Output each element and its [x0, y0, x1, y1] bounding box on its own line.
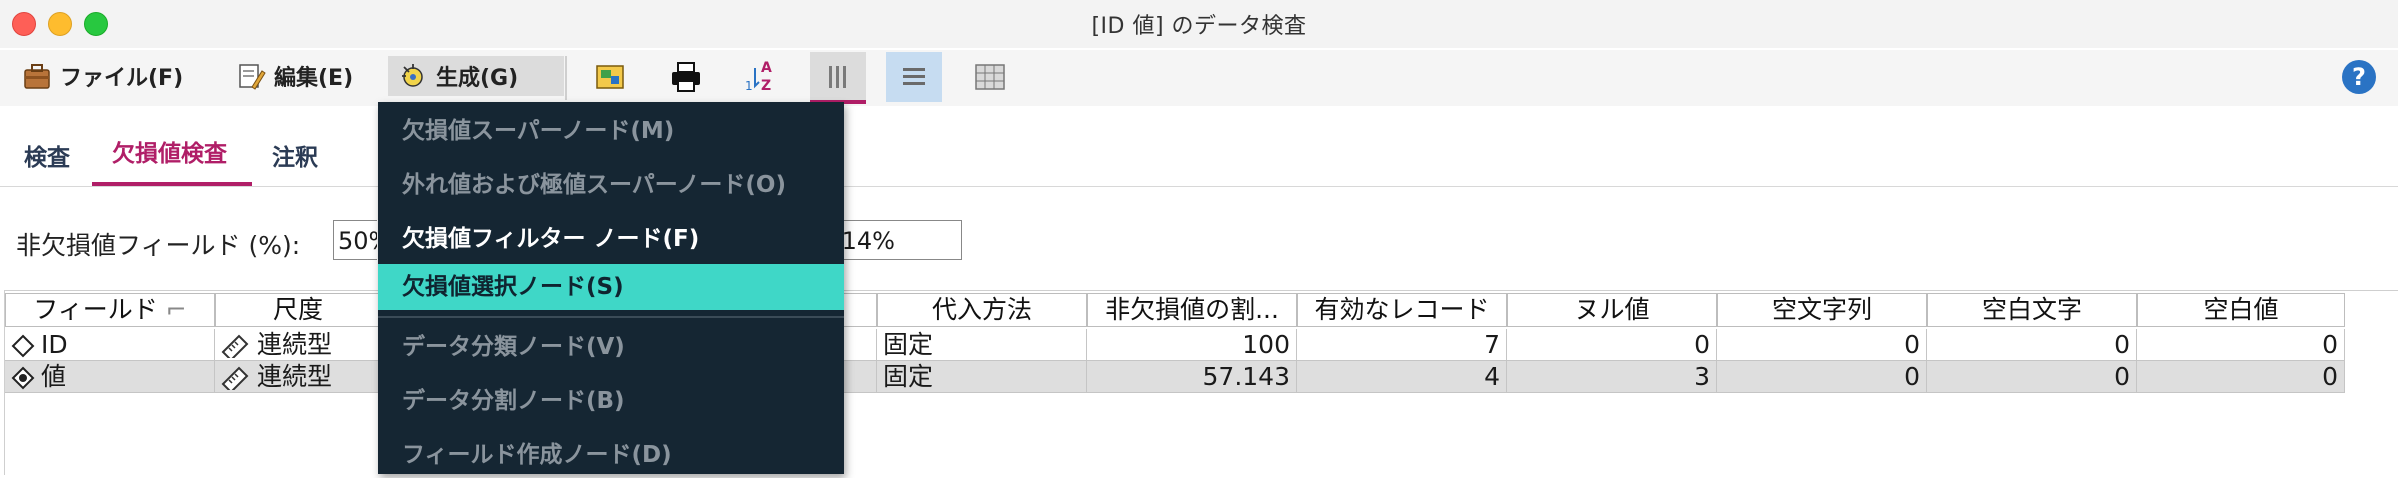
sort-button[interactable]: A Z 1	[734, 52, 790, 102]
field-name: 値	[41, 362, 67, 391]
quality-table: フィールド ⌐ 尺度 代入方法 非欠損値の割... 有効なレコード ヌル値 空文…	[4, 290, 2398, 475]
column-header-whitespace[interactable]: 空白文字	[1927, 293, 2137, 327]
valid-records-cell: 4	[1297, 361, 1507, 393]
tab-annotations[interactable]: 注釈	[272, 138, 318, 172]
svg-text:Z: Z	[761, 78, 771, 94]
generate-dropdown-menu: 欠損値スーパーノード(M) 外れ値および極値スーパーノード(O) 欠損値フィルタ…	[378, 102, 844, 474]
whitespace-cell: 0	[1927, 329, 2137, 361]
measure-value: 連続型	[257, 362, 333, 391]
grid-view-button[interactable]	[962, 52, 1018, 102]
columns-icon	[829, 66, 846, 88]
toolbar-separator	[565, 56, 567, 100]
tab-quality[interactable]: 欠損値検査	[112, 134, 227, 168]
svg-text:A: A	[761, 60, 772, 76]
rows-view-button[interactable]	[886, 52, 942, 102]
column-header-measure[interactable]: 尺度	[215, 293, 381, 327]
field-cell: ID	[5, 329, 215, 361]
tabs-divider	[0, 186, 2398, 187]
ruler-icon	[221, 334, 249, 358]
pct-complete-cell: 57.143	[1087, 361, 1297, 393]
column-header-null-value[interactable]: ヌル値	[1507, 293, 1717, 327]
column-header-pct-complete[interactable]: 非欠損値の割...	[1087, 293, 1297, 327]
menu-toolbar: ファイル(F) 編集(E) 生成(G) A Z 1	[0, 50, 2398, 106]
blank-value-cell: 0	[2137, 329, 2345, 361]
menu-item-missing-supernode[interactable]: 欠損値スーパーノード(M)	[378, 108, 844, 154]
whitespace-cell: 0	[1927, 361, 2137, 393]
window-title: [ID 値] のデータ検査	[1091, 14, 1307, 39]
sort-indicator-icon: ⌐	[165, 295, 187, 324]
valid-records-cell: 7	[1297, 329, 1507, 361]
grid-icon	[975, 64, 1005, 90]
complete-fields-input[interactable]: 50%	[333, 220, 377, 260]
menu-item-binning-node[interactable]: データ分類ノード(V)	[378, 324, 844, 370]
method-cell: 固定	[877, 329, 1087, 361]
complete-records-field: .14%	[830, 220, 962, 260]
print-button[interactable]	[658, 52, 714, 102]
menu-item-outlier-supernode[interactable]: 外れ値および極値スーパーノード(O)	[378, 162, 844, 208]
column-header-field-label: フィールド	[33, 295, 158, 324]
empty-string-cell: 0	[1717, 361, 1927, 393]
ruler-icon	[221, 366, 249, 390]
column-header-method[interactable]: 代入方法	[877, 293, 1087, 327]
title-bar: [ID 値] のデータ検査	[0, 0, 2398, 48]
minimize-window-button[interactable]	[48, 12, 72, 36]
data-audit-button[interactable]	[582, 52, 638, 102]
tab-audit[interactable]: 検査	[24, 138, 70, 172]
menu-item-missing-filter-node[interactable]: 欠損値フィルター ノード(F)	[378, 216, 844, 262]
blank-value-cell: 0	[2137, 361, 2345, 393]
briefcase-icon	[24, 64, 50, 89]
empty-string-cell: 0	[1717, 329, 1927, 361]
columns-view-button[interactable]	[810, 52, 866, 102]
table-row[interactable]: ID 連続型 固定 100 7 0 0 0 0	[5, 329, 2345, 361]
diamond-icon	[11, 334, 35, 358]
field-name: ID	[41, 330, 68, 359]
menu-file[interactable]: ファイル(F)	[12, 56, 193, 96]
data-audit-icon	[596, 65, 624, 89]
diamond-dot-icon	[11, 366, 35, 390]
column-header-valid-records[interactable]: 有効なレコード	[1297, 293, 1507, 327]
menu-generate-label: 生成(G)	[436, 66, 519, 91]
table-row[interactable]: 値 連続型 固定 57.143 4 3 0 0 0	[5, 361, 2345, 393]
column-header-field[interactable]: フィールド ⌐	[5, 293, 215, 327]
close-window-button[interactable]	[12, 12, 36, 36]
print-icon	[672, 62, 700, 92]
measure-cell: 連続型	[215, 329, 381, 361]
column-header-blank-value[interactable]: 空白値	[2137, 293, 2345, 327]
method-cell: 固定	[877, 361, 1087, 393]
window-controls	[12, 12, 108, 36]
null-value-cell: 3	[1507, 361, 1717, 393]
menu-item-derive-node[interactable]: フィールド作成ノード(D)	[378, 432, 844, 478]
menu-generate[interactable]: 生成(G)	[388, 56, 564, 96]
menu-file-label: ファイル(F)	[60, 66, 184, 91]
edit-icon	[239, 64, 266, 90]
svg-text:1: 1	[745, 79, 753, 93]
complete-fields-label: 非欠損値フィールド (%):	[16, 231, 301, 260]
null-value-cell: 0	[1507, 329, 1717, 361]
column-header-empty-string[interactable]: 空文字列	[1717, 293, 1927, 327]
help-icon[interactable]: ?	[2342, 60, 2376, 94]
menu-edit[interactable]: 編集(E)	[226, 56, 363, 96]
menu-item-partition-node[interactable]: データ分割ノード(B)	[378, 378, 844, 424]
field-cell: 値	[5, 361, 215, 393]
zoom-window-button[interactable]	[84, 12, 108, 36]
sort-icon: A Z 1	[745, 60, 772, 94]
menu-item-missing-select-node[interactable]: 欠損値選択ノード(S)	[378, 264, 844, 310]
measure-cell: 連続型	[215, 361, 381, 393]
menu-edit-label: 編集(E)	[274, 66, 354, 91]
generate-icon	[402, 64, 423, 87]
rows-icon	[903, 68, 925, 85]
pct-complete-cell: 100	[1087, 329, 1297, 361]
measure-value: 連続型	[257, 330, 333, 359]
menu-separator	[378, 316, 844, 318]
